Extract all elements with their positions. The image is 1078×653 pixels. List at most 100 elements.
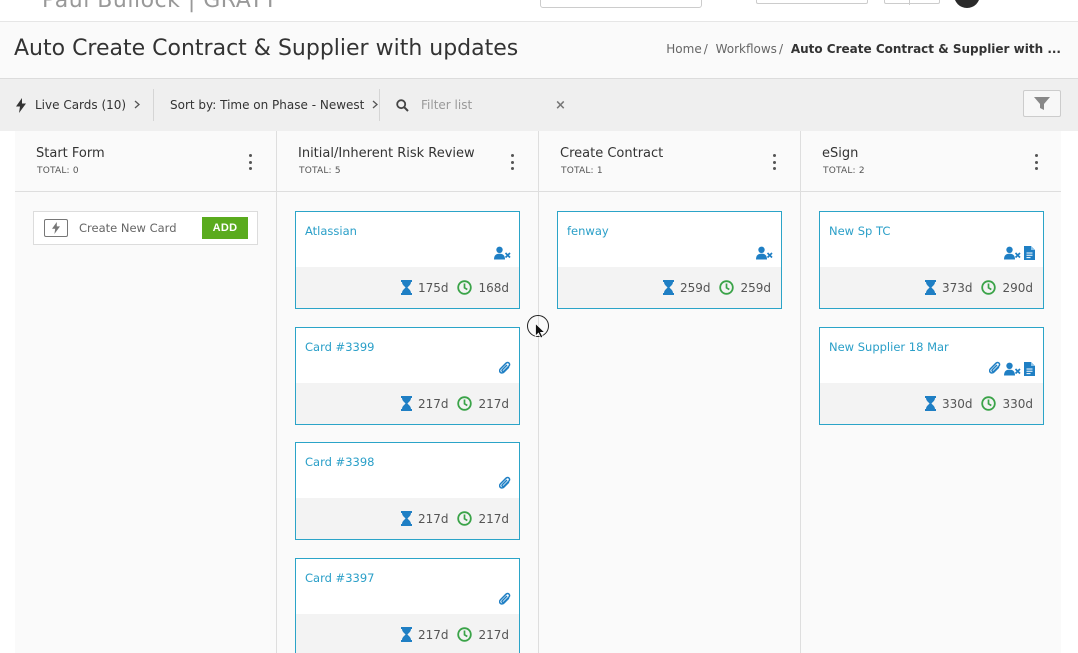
card-3399[interactable]: Card #3399 217d 217d — [295, 327, 520, 425]
column-header: eSign TOTAL: 2 — [801, 131, 1061, 192]
column-esign: eSign TOTAL: 2 New Sp TC 373d 290d New S… — [801, 131, 1061, 653]
kebab-menu-icon[interactable] — [1034, 154, 1038, 170]
column-total: TOTAL: 1 — [561, 166, 603, 176]
breadcrumb-home[interactable]: Home — [666, 42, 701, 56]
create-card-input[interactable] — [79, 221, 197, 235]
page-header: Auto Create Contract & Supplier with upd… — [0, 22, 1078, 79]
chevron-right-icon — [372, 98, 379, 112]
card-footer: 259d 259d — [558, 267, 781, 308]
avatar[interactable] — [954, 0, 980, 8]
card-icons — [1004, 245, 1035, 264]
card-3398[interactable]: Card #3398 217d 217d — [295, 442, 520, 540]
breadcrumb: Home / Workflows / Auto Create Contract & … — [666, 42, 1061, 56]
clock-icon — [457, 280, 473, 295]
kanban-board: Start Form TOTAL: 0 ADD Initial/Inherent… — [15, 131, 1061, 653]
kebab-menu-icon[interactable] — [510, 154, 514, 170]
breadcrumb-workflows[interactable]: Workflows — [716, 42, 777, 56]
search-icon — [396, 98, 409, 112]
toolbar-divider — [153, 89, 154, 121]
clear-filter-icon[interactable]: × — [555, 98, 566, 113]
hourglass-icon — [400, 280, 412, 295]
top-button-group[interactable] — [884, 0, 940, 5]
card-footer: 373d 290d — [820, 267, 1043, 308]
page-title: Auto Create Contract & Supplier with upd… — [14, 36, 519, 61]
card-icons — [498, 592, 511, 611]
column-title: Initial/Inherent Risk Review — [298, 146, 475, 161]
clock-icon — [719, 280, 735, 295]
card-footer: 217d 217d — [296, 383, 519, 424]
top-dropdown[interactable] — [756, 0, 868, 4]
column-header: Create Contract TOTAL: 1 — [539, 131, 800, 192]
sort-dropdown[interactable]: Sort by: Time on Phase - Newest — [170, 79, 379, 131]
hourglass-icon — [400, 511, 412, 526]
card-new-sp-tc[interactable]: New Sp TC 373d 290d — [819, 211, 1044, 309]
hourglass-icon — [662, 280, 674, 295]
total-time: 217d — [478, 511, 509, 526]
user-x-icon — [1004, 245, 1021, 264]
column-total: TOTAL: 5 — [299, 166, 341, 176]
clock-icon — [457, 511, 473, 526]
time-in-phase: 330d — [941, 396, 973, 411]
card-title[interactable]: Atlassian — [305, 224, 357, 238]
card-3397[interactable]: Card #3397 217d 217d — [295, 558, 520, 653]
global-search-input[interactable] — [540, 0, 702, 8]
hourglass-icon — [924, 396, 936, 411]
card-title[interactable]: Card #3398 — [305, 455, 374, 469]
paperclip-icon — [988, 361, 1001, 380]
time-in-phase: 373d — [941, 280, 973, 295]
hourglass-icon — [924, 280, 936, 295]
brand-title: Paul Bullock | GRAYT — [42, 0, 278, 13]
card-title[interactable]: fenway — [567, 224, 609, 238]
column-title: Start Form — [36, 146, 105, 161]
filter-button[interactable] — [1023, 90, 1061, 117]
card-atlassian[interactable]: Atlassian 175d 168d — [295, 211, 520, 309]
column-header: Initial/Inherent Risk Review TOTAL: 5 — [277, 131, 538, 192]
total-time: 217d — [478, 627, 509, 642]
total-time: 217d — [478, 396, 509, 411]
card-footer: 217d 217d — [296, 614, 519, 653]
mouse-pointer-icon — [535, 322, 546, 343]
sort-label: Sort by: Time on Phase - Newest — [170, 98, 365, 112]
hourglass-icon — [400, 396, 412, 411]
total-time: 290d — [1002, 280, 1033, 295]
card-title[interactable]: Card #3399 — [305, 340, 374, 354]
time-in-phase: 217d — [417, 627, 449, 642]
lightning-icon — [16, 97, 26, 113]
clock-icon — [981, 396, 997, 411]
column-title: Create Contract — [560, 146, 664, 161]
card-footer: 330d 330d — [820, 383, 1043, 424]
kebab-menu-icon[interactable] — [248, 154, 252, 170]
column-create-contract: Create Contract TOTAL: 1 fenway 259d 259… — [539, 131, 801, 653]
toolbar-divider — [379, 89, 380, 121]
column-start-form: Start Form TOTAL: 0 ADD — [15, 131, 277, 653]
time-in-phase: 217d — [417, 396, 449, 411]
filter-list: × — [396, 79, 572, 131]
total-time: 168d — [478, 280, 509, 295]
paperclip-icon — [498, 476, 511, 495]
kebab-menu-icon[interactable] — [772, 154, 776, 170]
lightning-card-icon — [44, 219, 68, 237]
board-toolbar: Live Cards (10) Sort by: Time on Phase -… — [0, 79, 1078, 131]
column-risk-review: Initial/Inherent Risk Review TOTAL: 5 At… — [277, 131, 539, 653]
clock-icon — [981, 280, 997, 295]
card-icons — [498, 361, 511, 380]
card-title[interactable]: Card #3397 — [305, 571, 374, 585]
hourglass-icon — [400, 627, 412, 642]
live-cards-toggle[interactable]: Live Cards (10) — [16, 79, 141, 131]
filter-input[interactable] — [421, 98, 551, 112]
column-header: Start Form TOTAL: 0 — [15, 131, 276, 192]
card-icons — [988, 361, 1035, 380]
card-new-supplier-18-mar[interactable]: New Supplier 18 Mar 330d 330d — [819, 327, 1044, 425]
card-title[interactable]: New Supplier 18 Mar — [829, 340, 949, 354]
column-title: eSign — [822, 146, 859, 161]
column-total: TOTAL: 2 — [823, 166, 865, 176]
card-fenway[interactable]: fenway 259d 259d — [557, 211, 782, 309]
paperclip-icon — [498, 361, 511, 380]
chevron-right-icon — [134, 98, 141, 112]
create-card-form: ADD — [33, 211, 258, 245]
card-title[interactable]: New Sp TC — [829, 224, 890, 238]
user-x-icon — [756, 245, 773, 264]
time-in-phase: 259d — [679, 280, 711, 295]
total-time: 259d — [740, 280, 771, 295]
add-card-button[interactable]: ADD — [202, 217, 248, 239]
